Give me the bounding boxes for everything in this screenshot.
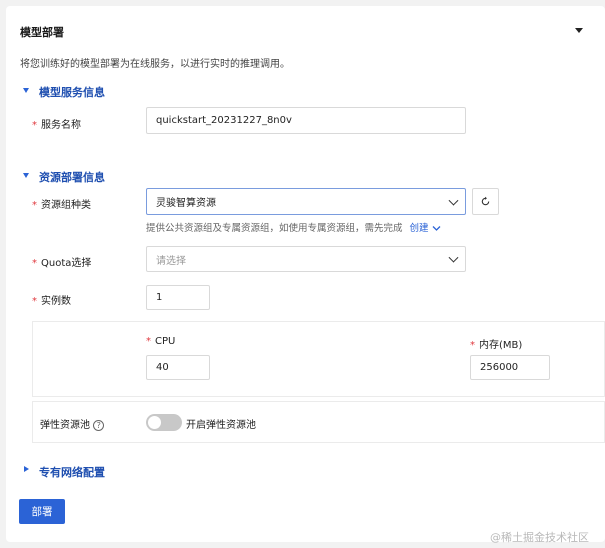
refresh-button[interactable] <box>472 188 499 215</box>
section-title-vpc[interactable]: 专有网络配置 <box>39 464 105 480</box>
resource-group-label: * 资源组种类 <box>32 200 91 211</box>
section-expand-icon[interactable] <box>23 88 29 93</box>
required-mark: * <box>470 340 475 351</box>
deploy-panel: 模型部署 将您训练好的模型部署为在线服务，以进行实时的推理调用。 模型服务信息 … <box>6 6 605 544</box>
quota-select[interactable]: 请选择 <box>146 246 466 272</box>
cpu-label: * CPU <box>146 336 176 347</box>
section-title-resource[interactable]: 资源部署信息 <box>39 169 105 185</box>
resource-group-select[interactable]: 灵骏智算资源 <box>146 188 466 215</box>
memory-input[interactable]: 256000 <box>470 355 550 380</box>
elastic-pool-label: 弹性资源池 ? <box>40 416 105 431</box>
chevron-down-icon <box>448 195 459 206</box>
required-mark: * <box>32 296 37 307</box>
service-name-input[interactable]: quickstart_20231227_8n0v <box>146 107 466 134</box>
required-mark: * <box>146 336 151 347</box>
caret-down-icon[interactable] <box>575 28 583 33</box>
elastic-pool-toggle-label: 开启弹性资源池 <box>186 420 256 431</box>
page-title: 模型部署 <box>20 26 64 39</box>
page-description: 将您训练好的模型部署为在线服务，以进行实时的推理调用。 <box>20 59 290 70</box>
section-title-model-service[interactable]: 模型服务信息 <box>39 84 105 100</box>
required-mark: * <box>32 200 37 211</box>
chevron-down-icon <box>448 252 459 263</box>
section-expand-icon[interactable] <box>24 466 29 472</box>
section-expand-icon[interactable] <box>23 173 29 178</box>
create-link[interactable]: 创建 <box>410 223 429 234</box>
instances-label: * 实例数 <box>32 296 71 307</box>
resource-group-hint: 提供公共资源组及专属资源组，如使用专属资源组，需先完成 创建 <box>146 220 441 234</box>
instances-input[interactable]: 1 <box>146 285 210 310</box>
required-mark: * <box>32 258 37 269</box>
toggle-knob <box>148 416 161 429</box>
elastic-pool-panel <box>32 401 605 443</box>
service-name-label: * 服务名称 <box>32 120 81 131</box>
required-mark: * <box>32 120 37 131</box>
memory-label: * 内存(MB) <box>470 340 523 351</box>
help-icon[interactable]: ? <box>93 420 105 431</box>
refresh-icon <box>481 196 490 206</box>
quota-label: * Quota选择 <box>32 258 92 269</box>
cpu-input[interactable]: 40 <box>146 355 210 380</box>
chevron-down-icon[interactable] <box>432 225 441 232</box>
deploy-button[interactable]: 部署 <box>19 499 65 524</box>
watermark: @稀土掘金技术社区 <box>490 531 589 544</box>
elastic-pool-toggle[interactable] <box>146 414 182 431</box>
